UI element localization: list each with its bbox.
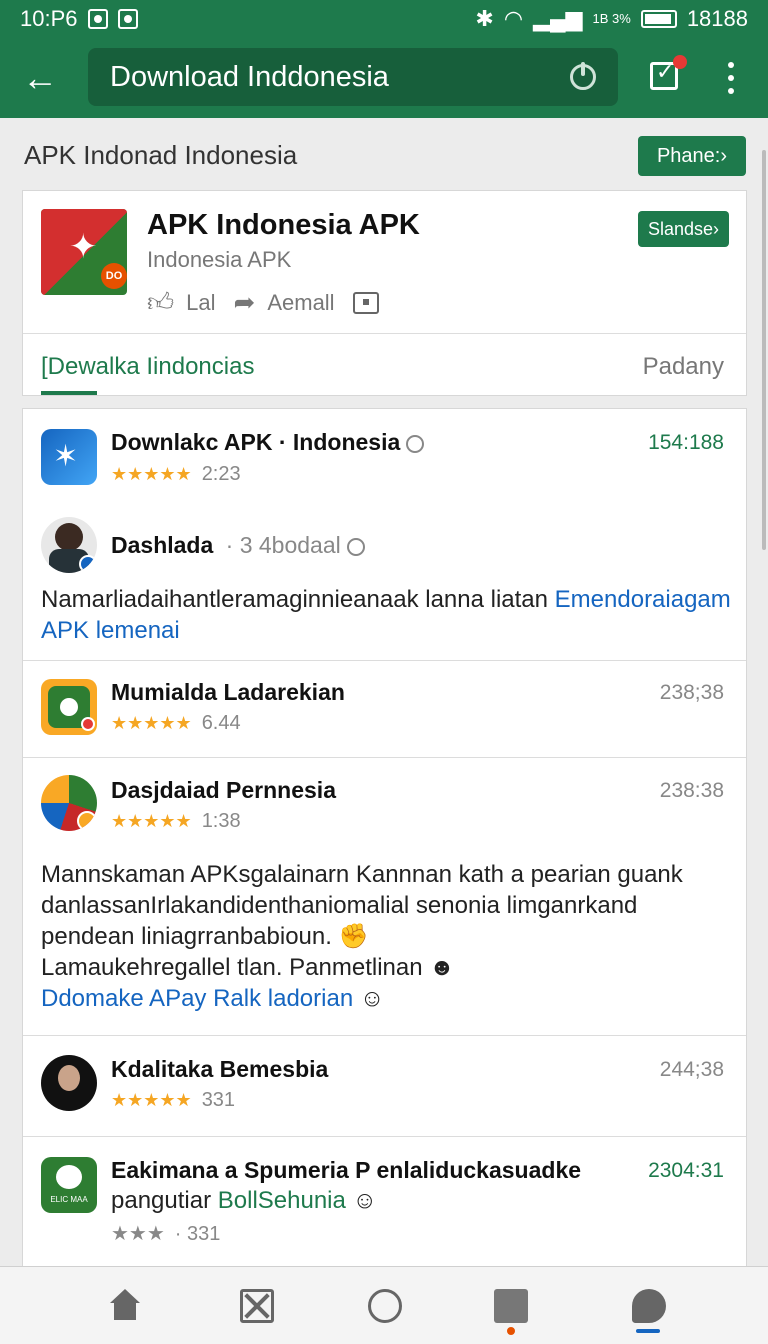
- post-author[interactable]: Dashlada · 3 4bodaal: [111, 532, 365, 559]
- rating: ★★★★★ 2:23: [111, 463, 241, 485]
- notification-icon: [87, 9, 108, 29]
- app-list: ✶ Downlakc APK · Indonesia ★★★★★ 2:23 154…: [22, 408, 747, 1278]
- scrollbar[interactable]: [762, 150, 766, 550]
- divider: [23, 757, 746, 758]
- list-item-title[interactable]: Downlakc APK · Indonesia: [111, 429, 425, 456]
- item-time: 2304:31: [648, 1159, 724, 1182]
- list-item-title[interactable]: Dasjdaiad Pernnesia: [111, 777, 336, 804]
- post-link[interactable]: Ddomake APay Ralk ladorian: [41, 985, 353, 1012]
- globe-icon: [406, 434, 425, 453]
- emoji-icon: ☺: [359, 985, 385, 1012]
- status-time: 10:P6: [20, 6, 78, 31]
- list-item-title[interactable]: Eakimana a Spumeria P enlaliduckasuadke: [111, 1157, 581, 1184]
- chat-icon[interactable]: [632, 1289, 666, 1333]
- camera-app-icon: [41, 679, 97, 735]
- like-label: Lal: [186, 289, 216, 315]
- active-indicator: [636, 1329, 660, 1333]
- star-icon: ✶: [53, 440, 79, 473]
- search-text: Download Inddonesia: [110, 60, 389, 93]
- screen-icon[interactable]: [352, 291, 379, 314]
- post-text: Mannskaman APKsgalainarn Kannnan kath a …: [41, 861, 683, 1012]
- back-arrow-icon[interactable]: ←: [0, 38, 80, 118]
- featured-app-card[interactable]: ✦ DO APK Indonesia APK Indonesia APK 👍︎ …: [22, 190, 747, 396]
- face-icon: ☻: [429, 954, 455, 981]
- rating: ★★★★★ 1:38: [111, 810, 241, 832]
- wifi-icon: ◠: [503, 6, 524, 31]
- post-text: pangutiar BollSehunia ☺: [111, 1187, 378, 1214]
- globe-icon: [346, 537, 365, 556]
- bluetooth-icon: ✱: [475, 6, 494, 31]
- like-button[interactable]: 👍︎ Lal: [147, 287, 216, 318]
- thumbs-up-icon: 👍︎: [147, 287, 175, 317]
- item-time: 154:188: [648, 431, 724, 454]
- notification-dot: [673, 55, 687, 69]
- stand-button[interactable]: Slandse›: [638, 211, 729, 247]
- divider: [23, 1035, 746, 1036]
- item-time: 244;38: [659, 1058, 724, 1081]
- app-bar: ← Download Inddonesia: [0, 38, 768, 118]
- share-button[interactable]: ➦ Aemall: [234, 287, 335, 318]
- power-icon[interactable]: [570, 62, 596, 90]
- divider: [23, 660, 746, 661]
- app-icon-green: ELIC MAA: [41, 1157, 97, 1213]
- post-text: Namarliadaihantleramaginnieanaak lanna l…: [41, 586, 731, 644]
- data-speed: 1B 3%: [592, 11, 631, 26]
- close-box-icon[interactable]: [240, 1289, 274, 1323]
- post-link[interactable]: Emendoraiagam: [555, 586, 731, 613]
- item-time: 238:38: [659, 779, 724, 802]
- battery-icon: [640, 10, 677, 28]
- status-right-text: 18188: [686, 6, 748, 31]
- emoji-icon: ✊: [338, 923, 369, 950]
- app-icon-multicolor: [41, 775, 97, 831]
- avatar[interactable]: [41, 1055, 97, 1111]
- rating: ★★★★★ 331: [111, 1089, 236, 1111]
- search-bar[interactable]: Download Inddonesia: [88, 48, 618, 106]
- edit-icon[interactable]: [494, 1289, 528, 1335]
- list-item-title[interactable]: Kdalitaka Bemesbia: [111, 1056, 328, 1083]
- app-title: APK Indonesia APK: [147, 209, 420, 241]
- share-icon: ➦: [233, 287, 256, 317]
- list-item-title[interactable]: Mumialda Ladarekian: [111, 679, 345, 706]
- divider: [23, 1136, 746, 1137]
- app-icon-blue: ✶: [41, 429, 97, 485]
- tab-download[interactable]: [Dewalka Iindoncias: [41, 353, 254, 381]
- emoji-icon: ☺: [352, 1187, 378, 1214]
- status-bar: 10:P6 ✱ ◠ ▂▄▆ 1B 3% 18188: [0, 0, 768, 38]
- app-icon: ✦ DO: [41, 209, 127, 295]
- star-icon: ✦: [69, 228, 98, 266]
- section-title: APK Indonad Indonesia: [24, 140, 298, 170]
- tab-padany[interactable]: Padany: [643, 353, 724, 381]
- avatar[interactable]: [41, 517, 97, 573]
- rating: ★★★★★ 6.44: [111, 712, 241, 734]
- verified-badge: [79, 555, 97, 573]
- post-link[interactable]: BollSehunia: [218, 1187, 346, 1214]
- item-time: 238;38: [659, 681, 724, 704]
- photo-notification-icon: [117, 9, 138, 29]
- app-badge: DO: [101, 263, 127, 289]
- share-label: Aemall: [267, 289, 335, 315]
- more-options-icon[interactable]: [718, 62, 744, 94]
- app-subtitle: Indonesia APK: [147, 247, 292, 272]
- signal-icon: ▂▄▆: [533, 6, 583, 31]
- rating: ★★★ · 331: [111, 1223, 221, 1245]
- tab-indicator: [41, 391, 97, 395]
- phone-button[interactable]: Phane:›: [638, 136, 746, 176]
- edit-check-icon[interactable]: [650, 55, 687, 90]
- home-icon[interactable]: [108, 1289, 142, 1323]
- post-link-apk[interactable]: APK lemenai: [41, 617, 180, 644]
- divider: [23, 333, 746, 334]
- bottom-navigation: [0, 1266, 768, 1344]
- circle-icon[interactable]: [368, 1289, 402, 1323]
